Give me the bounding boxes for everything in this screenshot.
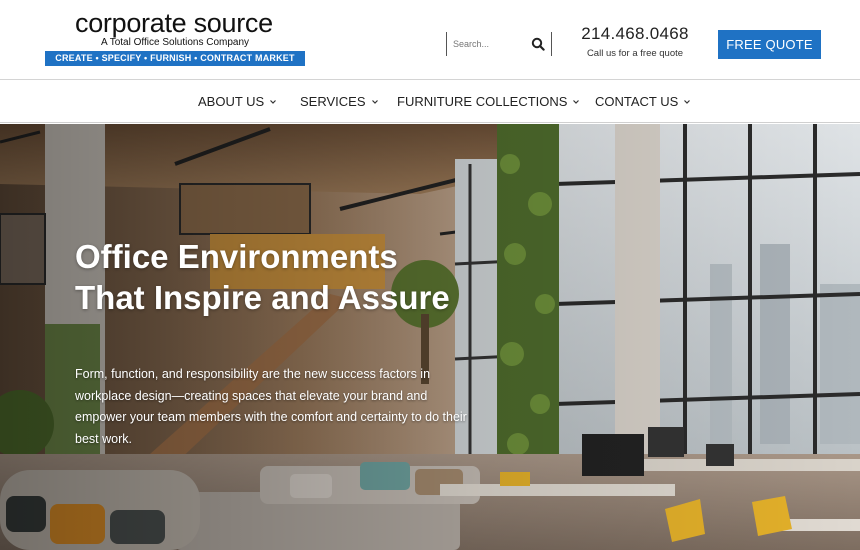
nav-item-label: ABOUT US bbox=[198, 94, 265, 109]
chevron-down-icon bbox=[371, 99, 378, 104]
nav-item-label: FURNITURE COLLECTIONS bbox=[397, 94, 568, 109]
logo-name: corporate source bbox=[75, 8, 273, 38]
main-nav: ABOUT US SERVICES FURNITURE COLLECTIONS … bbox=[0, 80, 860, 123]
nav-item-services[interactable]: SERVICES bbox=[300, 94, 379, 109]
hero-section: Office Environments That Inspire and Ass… bbox=[0, 124, 860, 550]
site-header: corporate source A Total Office Solution… bbox=[0, 0, 860, 80]
logo-tagline: A Total Office Solutions Company bbox=[101, 37, 250, 48]
phone-block: 214.468.0468 Call us for a free quote bbox=[575, 24, 695, 59]
phone-subtitle: Call us for a free quote bbox=[586, 48, 684, 59]
nav-item-furniture-collections[interactable]: FURNITURE COLLECTIONS bbox=[397, 94, 580, 109]
logo-bar: CREATE • SPECIFY • FURNISH • CONTRACT MA… bbox=[45, 51, 305, 66]
hero-office-image bbox=[0, 124, 860, 550]
nav-item-label: CONTACT US bbox=[595, 94, 679, 109]
nav-item-label: SERVICES bbox=[300, 94, 366, 109]
chevron-down-icon bbox=[573, 99, 580, 104]
site-logo[interactable]: corporate source A Total Office Solution… bbox=[45, 8, 305, 68]
search-input[interactable] bbox=[453, 34, 527, 54]
chevron-down-icon bbox=[684, 99, 691, 104]
free-quote-button[interactable]: FREE QUOTE bbox=[718, 30, 821, 59]
chevron-down-icon bbox=[270, 99, 277, 104]
search-box bbox=[446, 32, 552, 56]
phone-number[interactable]: 214.468.0468 bbox=[575, 24, 695, 44]
nav-item-about-us[interactable]: ABOUT US bbox=[198, 94, 277, 109]
hero-description: Form, function, and responsibility are t… bbox=[75, 367, 467, 446]
hero-title: Office Environments That Inspire and Ass… bbox=[75, 238, 450, 316]
nav-item-contact-us[interactable]: CONTACT US bbox=[595, 94, 691, 109]
search-icon[interactable] bbox=[531, 37, 545, 51]
